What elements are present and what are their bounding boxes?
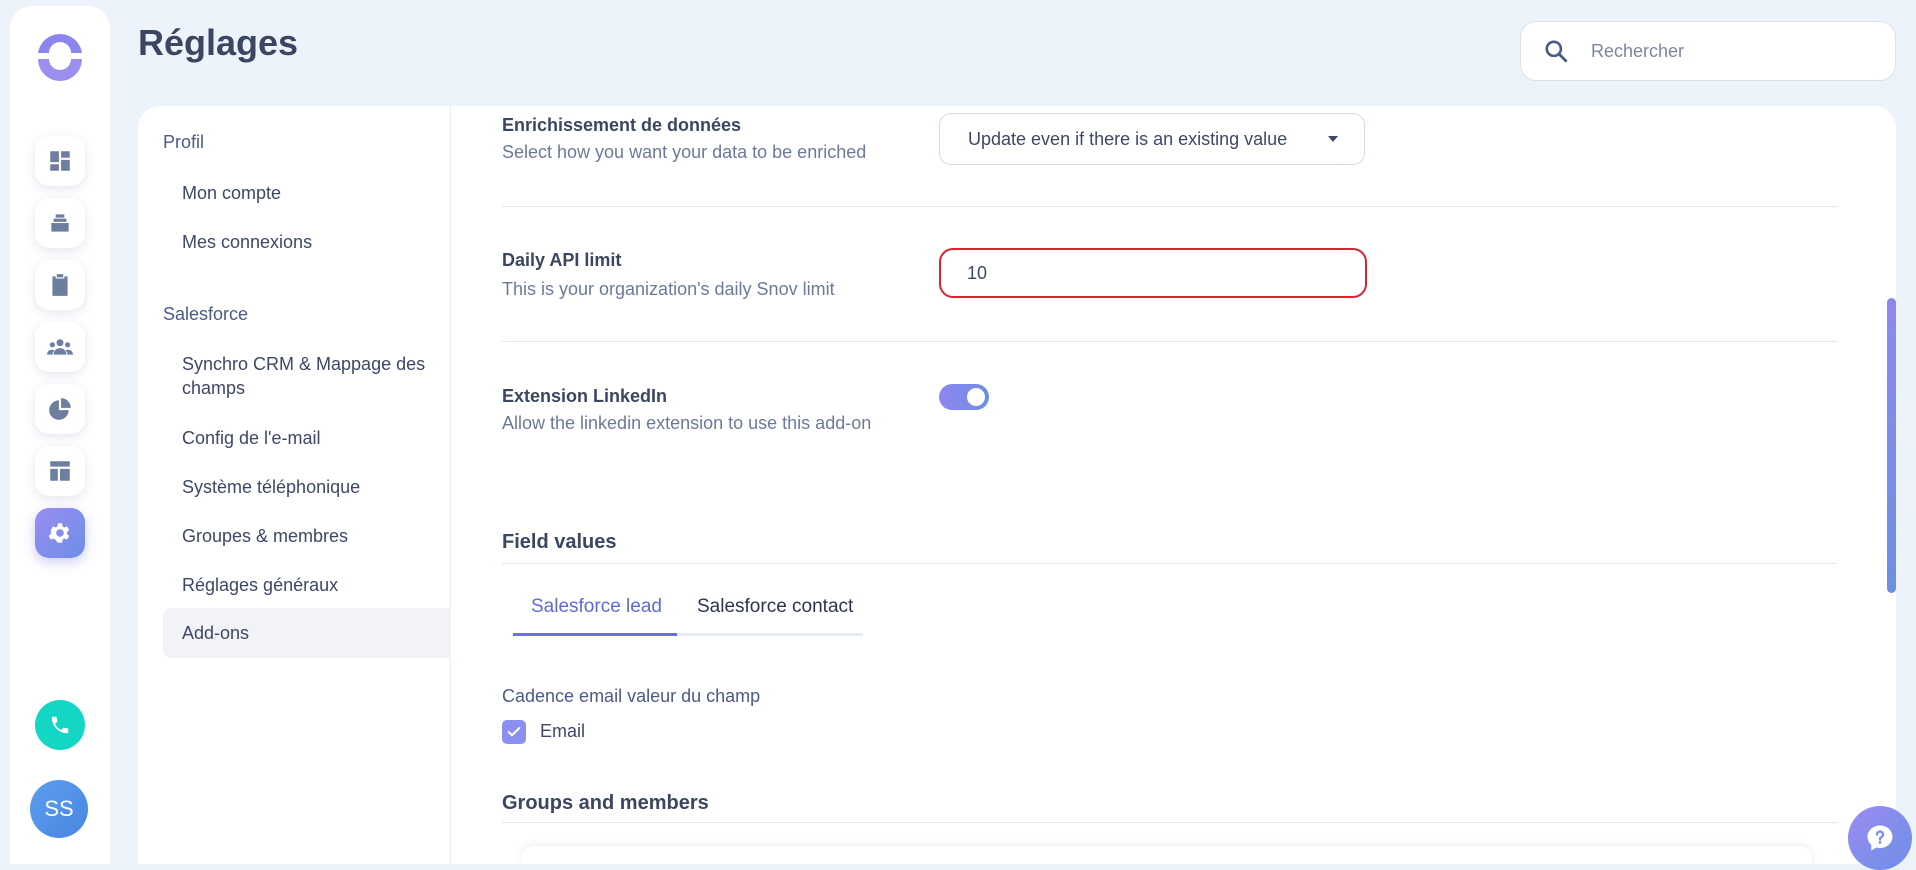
app-logo-icon[interactable] <box>35 31 85 81</box>
linkedin-label: Extension LinkedIn <box>502 386 668 406</box>
linkedin-toggle[interactable] <box>939 384 989 410</box>
pie-chart-icon <box>49 398 71 420</box>
search-box[interactable] <box>1520 21 1896 81</box>
search-input[interactable] <box>1591 40 1851 62</box>
rail-clipboard-button[interactable] <box>35 260 85 310</box>
nav-section-profil: Profil <box>163 132 205 152</box>
nav-section-salesforce: Salesforce <box>163 304 249 324</box>
rail-layers-button[interactable] <box>35 198 85 248</box>
linkedin-description: Allow the linkedin extension to use this… <box>502 413 872 433</box>
nav-item-systeme-telephonique[interactable]: Système téléphonique <box>163 475 451 499</box>
nav-item-reglages-generaux[interactable]: Réglages généraux <box>163 573 451 597</box>
clipboard-icon <box>52 274 68 296</box>
rail-dashboard-button[interactable] <box>35 136 85 186</box>
search-icon <box>1545 40 1568 63</box>
tab-salesforce-lead[interactable]: Salesforce lead <box>531 596 662 618</box>
settings-card: Profil Mon compte Mes connexions Salesfo… <box>138 106 1896 864</box>
enrichment-select[interactable]: Update even if there is an existing valu… <box>939 113 1365 165</box>
phone-button[interactable] <box>35 700 85 750</box>
gear-icon <box>48 523 70 543</box>
add-ons-content: Enrichissement de données Select how you… <box>502 106 1837 864</box>
api-limit-description: This is your organization's daily Snov l… <box>502 279 835 299</box>
rail-people-button[interactable] <box>35 322 85 372</box>
divider <box>502 206 1837 207</box>
settings-nav: Profil Mon compte Mes connexions Salesfo… <box>138 106 451 864</box>
people-icon <box>47 339 73 355</box>
groups-panel <box>522 846 1812 864</box>
field-values-title: Field values <box>502 531 617 553</box>
active-tab-indicator <box>513 633 677 636</box>
enrichment-label: Enrichissement de données <box>502 115 742 135</box>
divider <box>502 341 1837 342</box>
cadence-field-label: Cadence email valeur du champ <box>502 686 761 706</box>
field-values-tabs: Salesforce lead Salesforce contact <box>513 588 863 636</box>
tab-salesforce-contact[interactable]: Salesforce contact <box>697 596 853 618</box>
dashboard-icon <box>50 151 70 171</box>
divider <box>502 822 1837 823</box>
rail-layout-button[interactable] <box>35 446 85 496</box>
nav-item-groupes-membres[interactable]: Groupes & membres <box>163 524 451 548</box>
help-button[interactable] <box>1848 806 1912 870</box>
nav-item-add-ons[interactable]: Add-ons <box>163 608 451 658</box>
toggle-knob <box>967 388 985 406</box>
divider <box>502 563 1837 564</box>
check-icon <box>507 727 521 737</box>
nav-item-synchro-crm[interactable]: Synchro CRM & Mappage des champs <box>163 352 433 400</box>
nav-item-mon-compte[interactable]: Mon compte <box>163 181 451 205</box>
rail-reports-button[interactable] <box>35 384 85 434</box>
enrichment-select-value: Update even if there is an existing valu… <box>968 128 1288 149</box>
email-checkbox-label: Email <box>540 721 586 741</box>
api-limit-label: Daily API limit <box>502 250 622 270</box>
api-limit-input[interactable] <box>939 248 1367 298</box>
email-checkbox[interactable] <box>502 720 526 744</box>
scrollbar-thumb[interactable] <box>1887 298 1896 593</box>
nav-item-config-email[interactable]: Config de l'e-mail <box>163 426 451 450</box>
chevron-down-icon <box>1328 136 1338 142</box>
layers-icon <box>51 214 69 232</box>
rail-settings-button[interactable] <box>35 508 85 558</box>
nav-item-mes-connexions[interactable]: Mes connexions <box>163 230 451 254</box>
groups-title: Groups and members <box>502 792 709 814</box>
enrichment-description: Select how you want your data to be enri… <box>502 142 867 162</box>
layout-icon <box>50 461 70 481</box>
side-rail: SS <box>10 6 110 864</box>
help-chat-icon <box>1867 825 1893 851</box>
page-title: Réglages <box>138 22 299 63</box>
phone-icon <box>51 716 69 734</box>
user-avatar[interactable]: SS <box>30 780 88 838</box>
